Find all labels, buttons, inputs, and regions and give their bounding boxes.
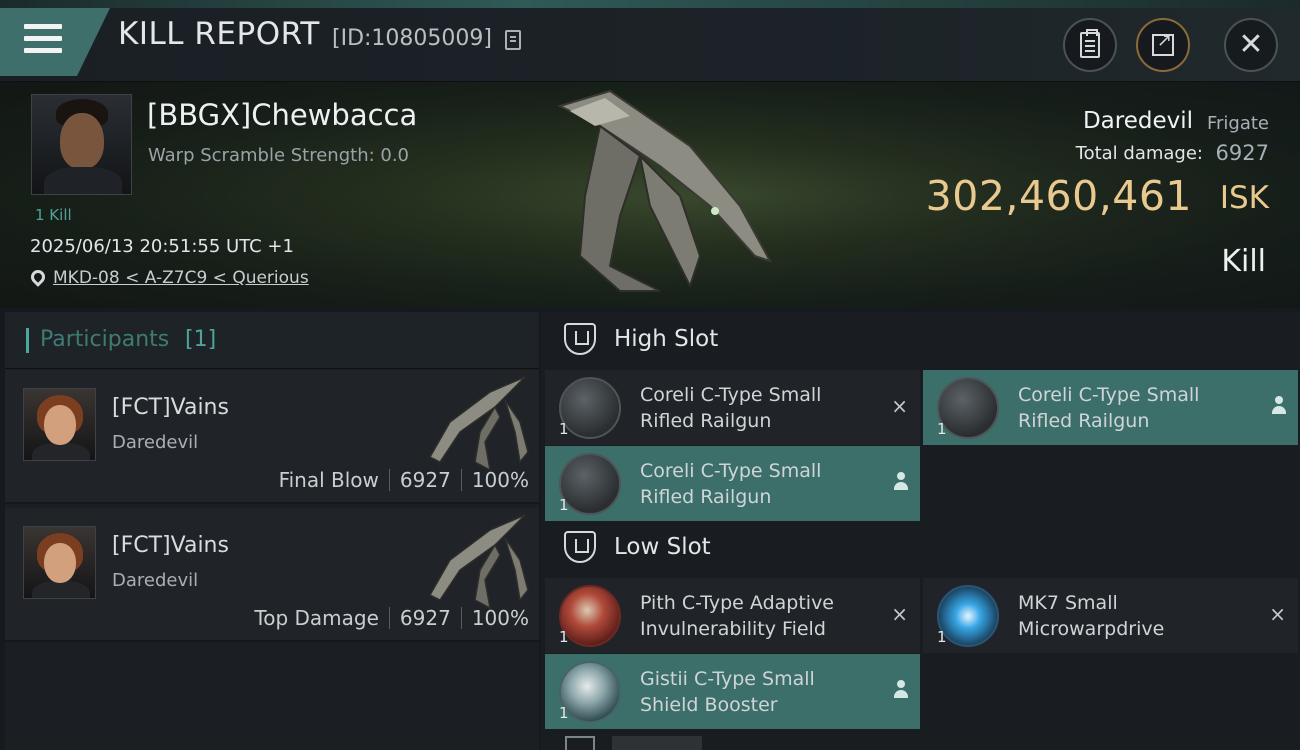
- high-slot-icon: [564, 323, 596, 355]
- share-icon: [1152, 30, 1174, 56]
- participant-ship-image: [428, 514, 529, 610]
- module-name: Coreli C-Type Small Rifled Railgun: [640, 460, 822, 508]
- participant-ship-image: [428, 376, 529, 472]
- participant-row[interactable]: [FCT]Vains Daredevil Final Blow 6927 100…: [5, 370, 539, 504]
- kill-result-label: Kill: [1221, 244, 1266, 279]
- total-damage-value: 6927: [1215, 141, 1269, 165]
- next-section-icon: [565, 736, 595, 750]
- module-item[interactable]: 1 Coreli C-Type Small Rifled Railgun: [923, 370, 1298, 445]
- warp-scramble-strength: Warp Scramble Strength: 0.0: [148, 145, 410, 166]
- victim-portrait[interactable]: [31, 94, 132, 195]
- module-item[interactable]: 1 Pith C-Type Adaptive Invulnerability Fi…: [545, 578, 920, 653]
- module-name: Coreli C-Type Small Rifled Railgun: [640, 384, 822, 432]
- module-quantity: 1: [559, 628, 569, 646]
- total-damage-label: Total damage:: [1075, 143, 1203, 164]
- participant-ship: Daredevil: [112, 432, 199, 453]
- kill-datetime: 2025/06/13 20:51:55 UTC +1: [30, 236, 294, 257]
- participant-role: Top Damage: [254, 606, 379, 630]
- module-quantity: 1: [937, 420, 947, 438]
- participant-percent: 100%: [471, 606, 529, 630]
- victim-kill-count: 1 Kill: [35, 206, 72, 224]
- destroyed-icon: ×: [1269, 602, 1286, 626]
- participant-name: [FCT]Vains: [112, 533, 229, 558]
- victim-ship-class: Frigate: [1206, 113, 1269, 134]
- module-item[interactable]: 1 Gistii C-Type Small Shield Booster: [545, 654, 920, 729]
- participant-damage: 6927: [399, 468, 451, 492]
- close-button[interactable]: ✕: [1224, 18, 1278, 72]
- victim-name[interactable]: [BBGX]Chewbacca: [147, 98, 417, 132]
- isk-value: 302,460,461: [925, 172, 1192, 220]
- copy-icon[interactable]: [505, 30, 521, 50]
- low-slot-title: Low Slot: [614, 534, 711, 560]
- victim-ship-name[interactable]: Daredevil: [1083, 108, 1193, 134]
- participant-ship: Daredevil: [112, 570, 199, 591]
- clipboard-icon: [1080, 29, 1100, 58]
- module-name: MK7 Small Microwarpdrive: [1018, 592, 1165, 640]
- kill-location-link[interactable]: MKD-08 < A-Z7C9 < Querious: [53, 268, 309, 288]
- module-quantity: 1: [937, 628, 947, 646]
- module-item[interactable]: 1 MK7 Small Microwarpdrive ×: [923, 578, 1298, 653]
- victim-ship-image: [557, 89, 773, 292]
- destroyed-icon: ×: [891, 602, 908, 626]
- participants-count: [1]: [185, 327, 217, 352]
- page-title: KILL REPORT: [118, 16, 320, 52]
- module-name: Pith C-Type Adaptive Invulnerability Fiel…: [640, 592, 834, 640]
- module-name: Coreli C-Type Small Rifled Railgun: [1018, 384, 1200, 432]
- dropped-person-icon: [894, 680, 908, 698]
- share-button[interactable]: [1136, 18, 1190, 72]
- top-accent-line: [0, 0, 1300, 8]
- clipboard-button[interactable]: [1063, 18, 1117, 72]
- isk-unit: ISK: [1219, 180, 1269, 216]
- module-quantity: 1: [559, 496, 569, 514]
- module-item[interactable]: 1 Coreli C-Type Small Rifled Railgun ×: [545, 370, 920, 445]
- close-icon: ✕: [1238, 27, 1264, 62]
- low-slot-header: Low Slot: [545, 520, 1300, 578]
- participant-avatar[interactable]: [23, 526, 96, 599]
- participant-name: [FCT]Vains: [112, 395, 229, 420]
- participant-row[interactable]: [FCT]Vains Daredevil Top Damage 6927 100…: [5, 508, 539, 642]
- destroyed-icon: ×: [891, 394, 908, 418]
- report-id: [ID:10805009]: [332, 26, 492, 51]
- low-slot-icon: [564, 531, 596, 563]
- high-slot-title: High Slot: [614, 326, 719, 352]
- participants-title: Participants: [40, 327, 170, 352]
- menu-icon: [24, 24, 62, 56]
- module-quantity: 1: [559, 704, 569, 722]
- participant-role: Final Blow: [278, 468, 379, 492]
- participant-damage: 6927: [399, 606, 451, 630]
- module-quantity: 1: [559, 420, 569, 438]
- next-section-title: [612, 736, 702, 750]
- participant-avatar[interactable]: [23, 388, 96, 461]
- module-item[interactable]: 1 Coreli C-Type Small Rifled Railgun: [545, 446, 920, 521]
- participant-percent: 100%: [471, 468, 529, 492]
- high-slot-header: High Slot: [545, 312, 1300, 370]
- dropped-person-icon: [894, 472, 908, 490]
- module-name: Gistii C-Type Small Shield Booster: [640, 668, 815, 716]
- dropped-person-icon: [1272, 396, 1286, 414]
